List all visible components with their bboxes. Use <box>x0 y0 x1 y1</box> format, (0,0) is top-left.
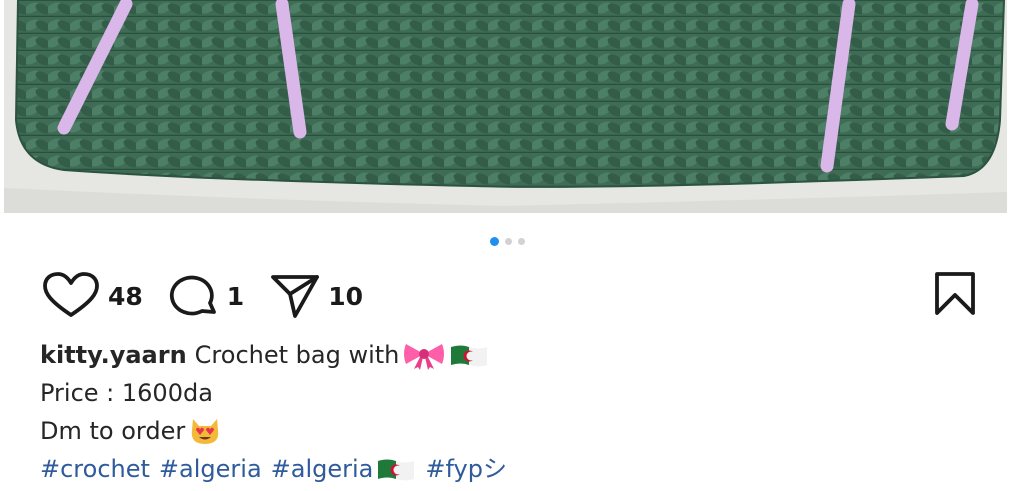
carousel-dot <box>518 237 525 245</box>
comment-button[interactable]: 1 <box>169 272 244 320</box>
share-button[interactable]: 10 <box>270 272 363 320</box>
caption-line-2: Price : 1600da <box>40 374 980 412</box>
caption-username[interactable]: kitty.yaarn <box>40 336 187 374</box>
like-button[interactable]: 48 <box>42 272 143 320</box>
price-text: Price : 1600da <box>40 379 213 407</box>
like-count: 48 <box>108 281 143 311</box>
carousel-indicator <box>0 235 1015 247</box>
send-icon[interactable] <box>270 272 320 320</box>
comment-icon[interactable] <box>169 272 219 320</box>
post-action-bar: 48 1 10 <box>42 272 977 320</box>
hashtag-link[interactable]: #algeria <box>271 450 374 488</box>
caption-hashtags: #crochet #algeria #algeria #fypシ <box>40 450 980 488</box>
comment-count: 1 <box>226 281 245 311</box>
order-text: Dm to order <box>40 417 186 445</box>
heart-icon[interactable] <box>42 272 100 320</box>
algeria-flag-emoji <box>376 457 416 481</box>
carousel-dot-active <box>490 236 499 246</box>
ribbon-emoji <box>402 340 446 370</box>
heart-eyes-cat-emoji <box>188 416 222 446</box>
post-image[interactable] <box>4 0 1007 213</box>
share-count: 10 <box>328 281 363 311</box>
caption-text: Crochet bag with <box>194 341 400 369</box>
hashtag-link[interactable]: #algeria <box>159 450 262 488</box>
hashtag-link[interactable]: #crochet <box>40 450 150 488</box>
caption-line-1: kitty.yaarn Crochet bag with <box>40 336 980 374</box>
algeria-flag-emoji <box>449 343 489 367</box>
bookmark-icon[interactable] <box>933 272 977 321</box>
carousel-dot <box>505 237 512 245</box>
caption-line-3: Dm to order <box>40 412 980 450</box>
post-caption: kitty.yaarn Crochet bag with Price : 160… <box>40 336 980 488</box>
hashtag-link[interactable]: #fypシ <box>425 450 507 488</box>
save-button[interactable] <box>933 271 977 321</box>
